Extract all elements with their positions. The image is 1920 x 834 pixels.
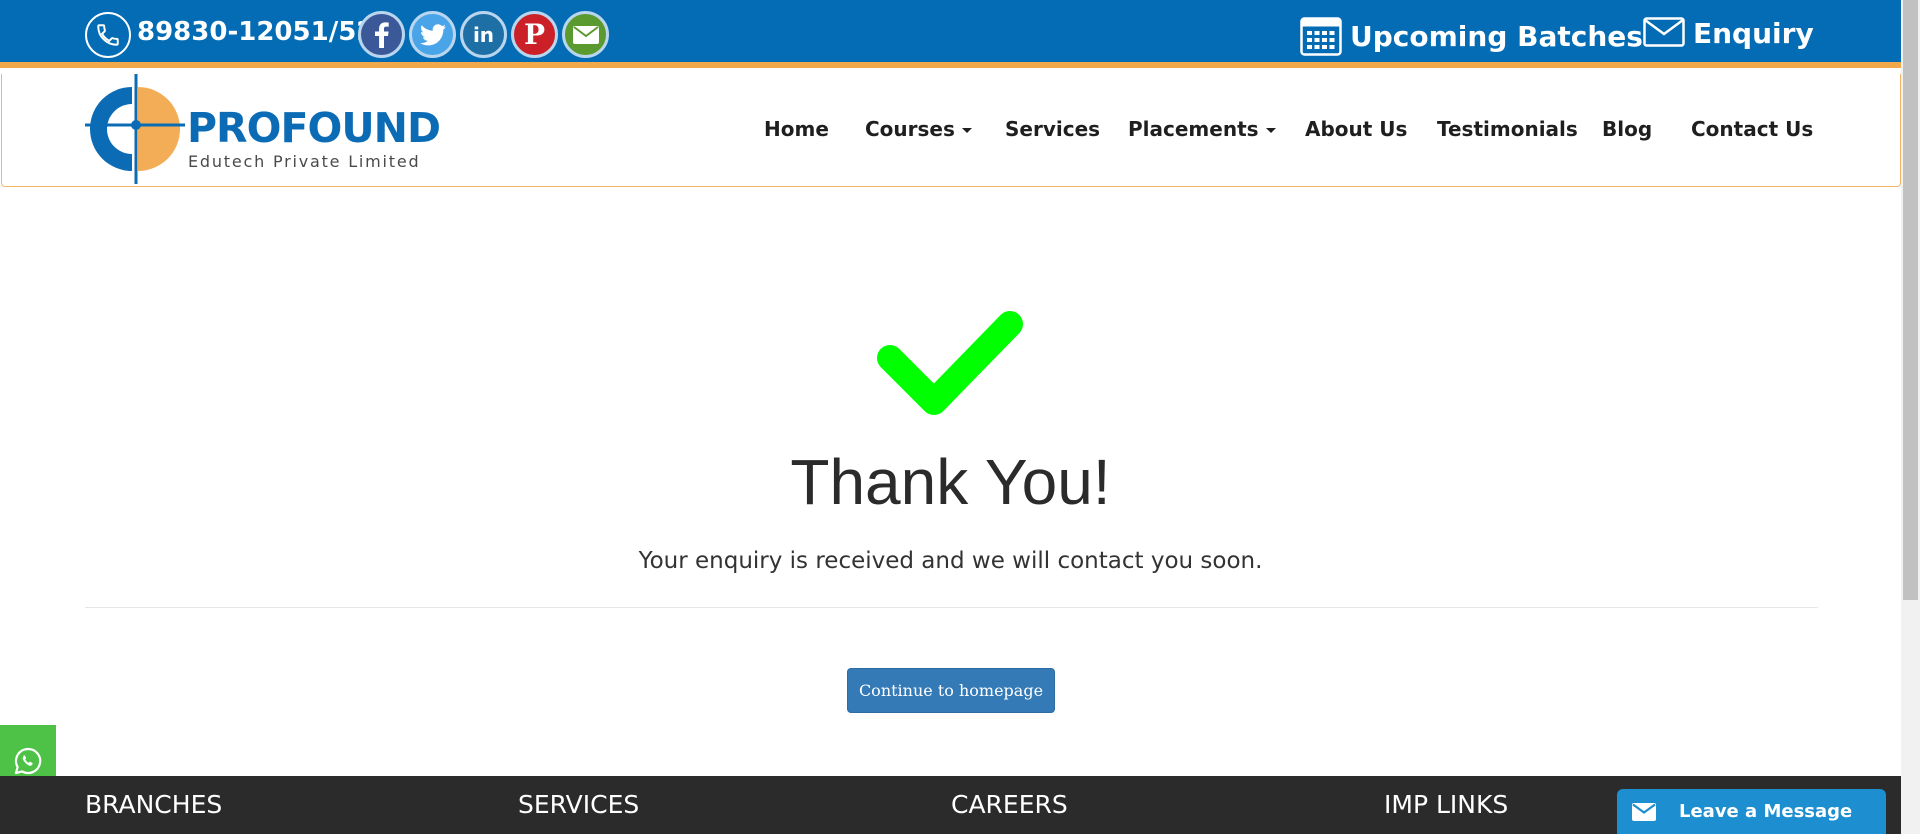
enquiry-link[interactable]: Enquiry <box>1643 14 1814 54</box>
continue-to-homepage-button[interactable]: Continue to homepage <box>847 668 1055 713</box>
leave-a-message-label: Leave a Message <box>1679 801 1853 822</box>
twitter-icon[interactable] <box>409 11 456 58</box>
footer: BRANCHES SERVICES CAREERS IMP LINKS <box>0 776 1901 834</box>
footer-heading-services: SERVICES <box>518 790 640 819</box>
logo-crosshair-icon <box>85 74 185 184</box>
nav-item-label: Services <box>1005 117 1101 141</box>
nav-item-blog[interactable]: Blog <box>1602 112 1652 146</box>
nav-item-label: Contact Us <box>1691 117 1814 141</box>
nav-item-contact-us[interactable]: Contact Us <box>1691 112 1813 146</box>
nav-item-label: Home <box>764 117 829 141</box>
nav-item-placements[interactable]: Placements <box>1128 112 1276 146</box>
caret-down-icon <box>961 128 972 133</box>
logo-wordmark: PROFOUND <box>187 104 441 152</box>
nav-item-label: About Us <box>1305 117 1408 141</box>
page: 89830-12051/52 in P Upcoming Batches Enq… <box>0 0 1920 834</box>
footer-heading-branches: BRANCHES <box>85 790 223 819</box>
mail-icon <box>1625 793 1663 831</box>
nav-item-courses[interactable]: Courses <box>865 112 972 146</box>
nav-item-label: Courses <box>865 117 955 141</box>
phone-icon[interactable] <box>85 12 131 58</box>
facebook-icon[interactable] <box>358 11 405 58</box>
nav-item-label: Placements <box>1128 117 1259 141</box>
phone-number[interactable]: 89830-12051/52 <box>137 14 374 50</box>
enquiry-label: Enquiry <box>1693 17 1814 50</box>
thank-you-heading: Thank You! <box>790 446 1111 518</box>
calendar-icon <box>1300 14 1342 60</box>
nav-item-services[interactable]: Services <box>1005 112 1100 146</box>
nav-item-testimonials[interactable]: Testimonials <box>1437 112 1578 146</box>
nav-item-about-us[interactable]: About Us <box>1305 112 1407 146</box>
footer-heading-imp-links: IMP LINKS <box>1384 790 1509 819</box>
nav-item-label: Blog <box>1602 117 1653 141</box>
checkmark-icon <box>876 306 1026 428</box>
email-icon[interactable] <box>562 11 609 58</box>
pinterest-icon[interactable]: P <box>511 11 558 58</box>
whatsapp-icon <box>14 747 42 775</box>
footer-heading-careers: CAREERS <box>951 790 1068 819</box>
profound-logo[interactable]: PROFOUND Edutech Private Limited <box>85 74 441 184</box>
upcoming-batches-label: Upcoming Batches <box>1350 20 1643 53</box>
caret-down-icon <box>1265 128 1276 133</box>
content-divider <box>85 607 1818 608</box>
envelope-icon <box>1643 17 1685 51</box>
linkedin-icon[interactable]: in <box>460 11 507 58</box>
logo-tagline: Edutech Private Limited <box>188 152 421 171</box>
leave-a-message-button[interactable]: Leave a Message <box>1617 789 1886 834</box>
nav-item-home[interactable]: Home <box>764 112 829 146</box>
top-bar: 89830-12051/52 in P Upcoming Batches Enq… <box>0 0 1901 68</box>
upcoming-batches-link[interactable]: Upcoming Batches <box>1300 14 1643 60</box>
nav-item-label: Testimonials <box>1437 117 1578 141</box>
page-scrollbar[interactable] <box>1901 0 1920 834</box>
scrollbar-thumb[interactable] <box>1903 0 1918 600</box>
confirmation-message: Your enquiry is received and we will con… <box>638 548 1263 574</box>
